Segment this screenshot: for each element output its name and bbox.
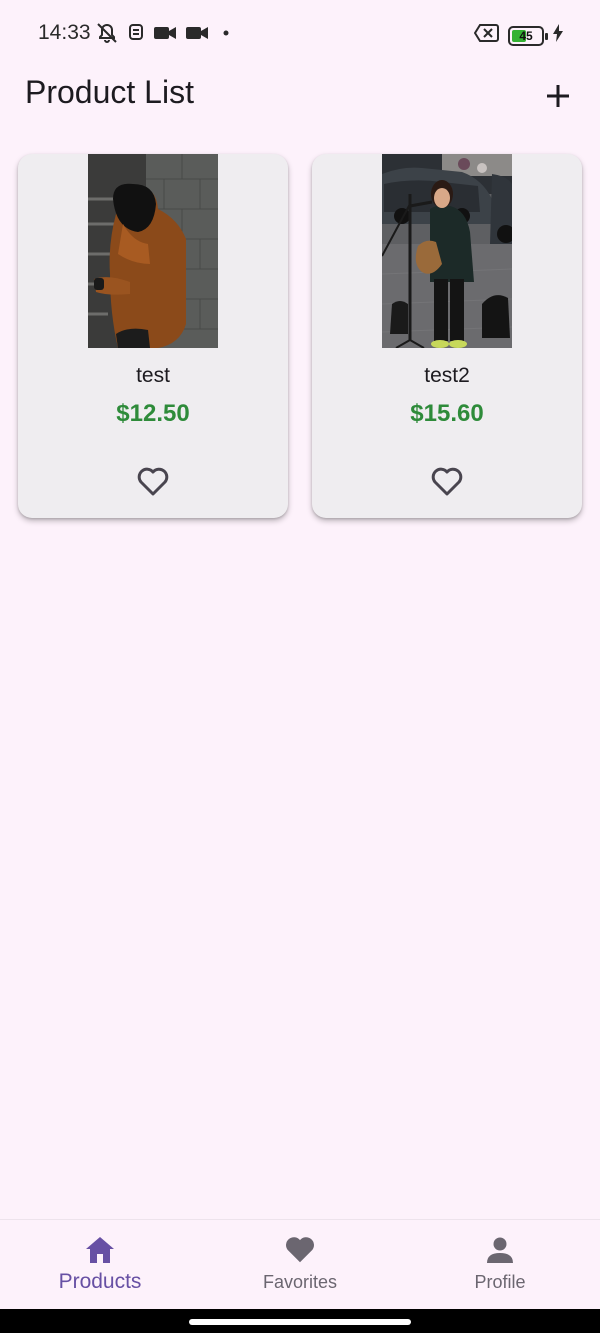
mute-icon: [95, 22, 119, 49]
person-icon: [484, 1234, 516, 1266]
page-title: Product List: [25, 74, 194, 110]
battery-icon: 45: [508, 25, 548, 46]
status-icons-left: [95, 22, 235, 49]
nav-item-profile[interactable]: Profile: [400, 1220, 600, 1309]
video-icon: [153, 22, 177, 49]
product-card[interactable]: test $12.50: [18, 154, 288, 518]
product-grid: test $12.50 test2 $15.60: [18, 154, 582, 518]
nav-label: Products: [58, 1270, 142, 1293]
favorite-button[interactable]: [425, 460, 469, 504]
battery-level: 45: [519, 28, 533, 43]
heart-outline-icon: [431, 467, 463, 496]
status-icons-right: 45: [473, 22, 564, 49]
product-image: [382, 154, 512, 348]
video-icon: [185, 22, 209, 49]
heart-outline-icon: [137, 467, 169, 496]
home-gesture-bar[interactable]: [189, 1319, 411, 1325]
battery-nub: [545, 32, 548, 40]
home-icon: [84, 1234, 116, 1266]
status-time: 14:33: [38, 21, 91, 44]
no-sim-icon: [473, 22, 500, 49]
favorite-button[interactable]: [131, 460, 175, 504]
bottom-navigation: Products Favorites Profile: [0, 1219, 600, 1309]
notification-icon: [127, 22, 145, 49]
app-bar: Product List: [0, 66, 600, 122]
charging-icon: [552, 22, 564, 49]
product-card[interactable]: test2 $15.60: [312, 154, 582, 518]
product-name: test: [136, 364, 170, 387]
heart-filled-icon: [284, 1234, 316, 1266]
product-image: [88, 154, 218, 348]
nav-item-products[interactable]: Products: [0, 1220, 200, 1309]
product-name: test2: [424, 364, 470, 387]
add-product-button[interactable]: [536, 74, 580, 118]
screen: 14:33 45 Product List test $12.50 test2 …: [0, 0, 600, 1333]
gesture-area: [0, 1309, 600, 1333]
product-price: $15.60: [410, 400, 484, 427]
product-price: $12.50: [116, 400, 190, 427]
status-bar: 14:33 45: [0, 0, 600, 66]
nav-label: Favorites: [262, 1272, 338, 1292]
nav-label: Profile: [474, 1272, 526, 1292]
dot-icon: [217, 22, 235, 49]
nav-item-favorites[interactable]: Favorites: [200, 1220, 400, 1309]
plus-icon: [547, 85, 569, 107]
